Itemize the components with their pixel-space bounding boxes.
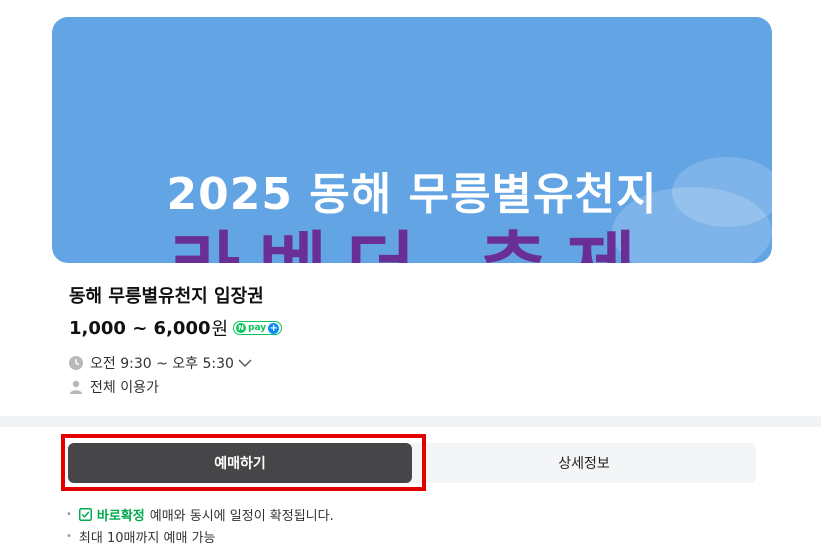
ticket-limit-text: 최대 10매까지 예매 가능 — [78, 530, 216, 546]
event-banner[interactable]: 2025 동해 무릉별유천지 라벤더 축제 — [52, 17, 772, 263]
product-title: 동해 무릉별유천지 입장권 — [69, 286, 264, 307]
age-rating-text: 전체 이용가 — [90, 380, 159, 396]
bullet-icon: • — [66, 530, 72, 542]
list-item: • 최대 10매까지 예매 가능 — [66, 525, 334, 547]
list-item: • 바로확정 예매와 동시에 일정이 확정됩니다. — [66, 503, 334, 525]
section-divider — [0, 416, 821, 427]
operating-hours-text: 오전 9:30 ~ 오후 5:30 — [90, 356, 234, 372]
price-unit: 원 — [211, 319, 229, 340]
chevron-down-icon[interactable] — [238, 358, 252, 368]
npay-badge: N pay + — [233, 321, 283, 335]
tab-details[interactable]: 상세정보 — [412, 443, 756, 483]
npay-logo-icon: N — [236, 323, 247, 333]
price-range: 1,000 ~ 6,000 — [69, 317, 211, 339]
person-icon — [70, 380, 82, 394]
price-row: 1,000 ~ 6,000 원 N pay + — [69, 315, 283, 341]
instant-confirm-text: 예매와 동시에 일정이 확정됩니다. — [149, 508, 334, 524]
bullet-icon: • — [66, 508, 72, 520]
operating-hours[interactable]: 오전 9:30 ~ 오후 5:30 — [69, 353, 252, 373]
instant-confirm-label: 바로확정 — [96, 508, 145, 524]
clock-icon — [69, 356, 83, 370]
check-square-icon — [78, 507, 92, 521]
banner-title: 2025 동해 무릉별유천지 — [166, 169, 658, 220]
reservation-notes: • 바로확정 예매와 동시에 일정이 확정됩니다. • 최대 10매까지 예매 … — [66, 503, 334, 547]
plus-icon: + — [268, 322, 280, 334]
banner-subtitle: 라벤더 축제 — [52, 223, 772, 263]
tab-reserve[interactable]: 예매하기 — [68, 443, 412, 483]
age-rating: 전체 이용가 — [69, 377, 159, 397]
npay-label: pay — [248, 322, 267, 333]
